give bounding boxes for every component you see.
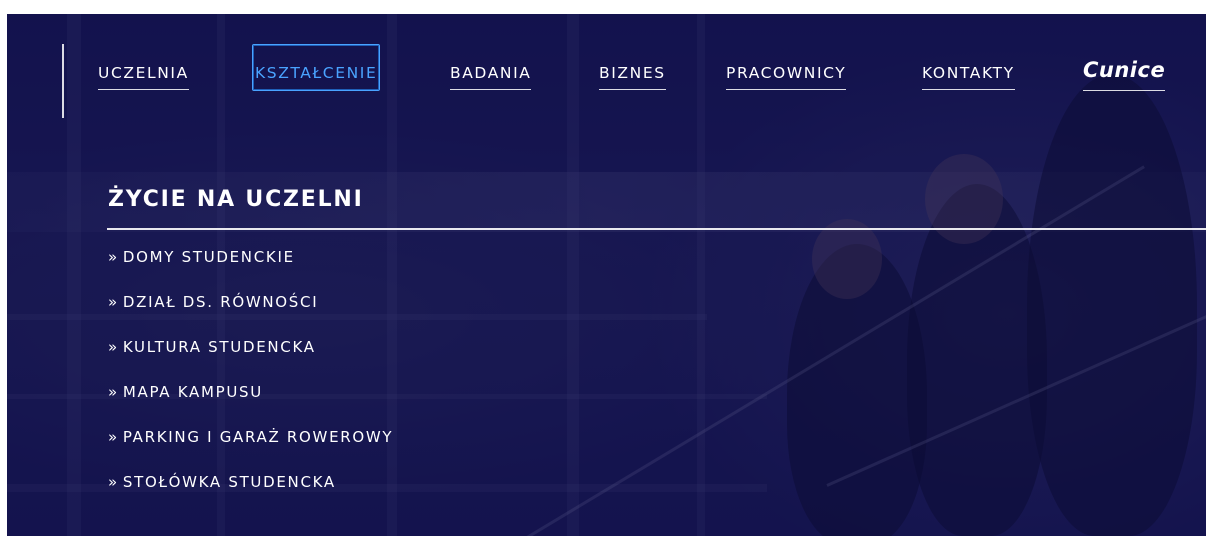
link-parking-i-garaz-rowerowy[interactable]: » PARKING I GARAŻ ROWEROWY [108, 428, 393, 473]
nav-item-badania[interactable]: BADANIA [450, 64, 532, 90]
nav-item-pracownicy[interactable]: PRACOWNICY [726, 64, 847, 90]
link-dzial-ds-rownosci[interactable]: » DZIAŁ DS. RÓWNOŚCI [108, 293, 393, 338]
nav-item-ksztalcenie[interactable]: KSZTAŁCENIE [252, 44, 381, 91]
nav-item-uczelnia[interactable]: UCZELNIA [98, 64, 189, 90]
link-mapa-kampusu[interactable]: » MAPA KAMPUSU [108, 383, 393, 428]
link-stolowka-studencka[interactable]: » STOŁÓWKA STUDENCKA [108, 473, 393, 518]
nav-item-biznes[interactable]: BIZNES [599, 64, 666, 90]
link-kultura-studencka[interactable]: » KULTURA STUDENCKA [108, 338, 393, 383]
section-divider [107, 228, 1206, 230]
section-links: » DOMY STUDENCKIE » DZIAŁ DS. RÓWNOŚCI » KU… [108, 248, 393, 518]
nav-item-kontakty[interactable]: KONTAKTY [922, 64, 1015, 90]
mega-menu-panel: UCZELNIA KSZTAŁCENIE BADANIA BIZNES PRAC… [7, 14, 1206, 536]
link-domy-studenckie[interactable]: » DOMY STUDENCKIE [108, 248, 393, 293]
section-title: ŻYCIE NA UCZELNI [108, 187, 364, 212]
main-nav: UCZELNIA KSZTAŁCENIE BADANIA BIZNES PRAC… [7, 42, 1206, 102]
unice-logo[interactable]: Cunice [1083, 58, 1166, 91]
